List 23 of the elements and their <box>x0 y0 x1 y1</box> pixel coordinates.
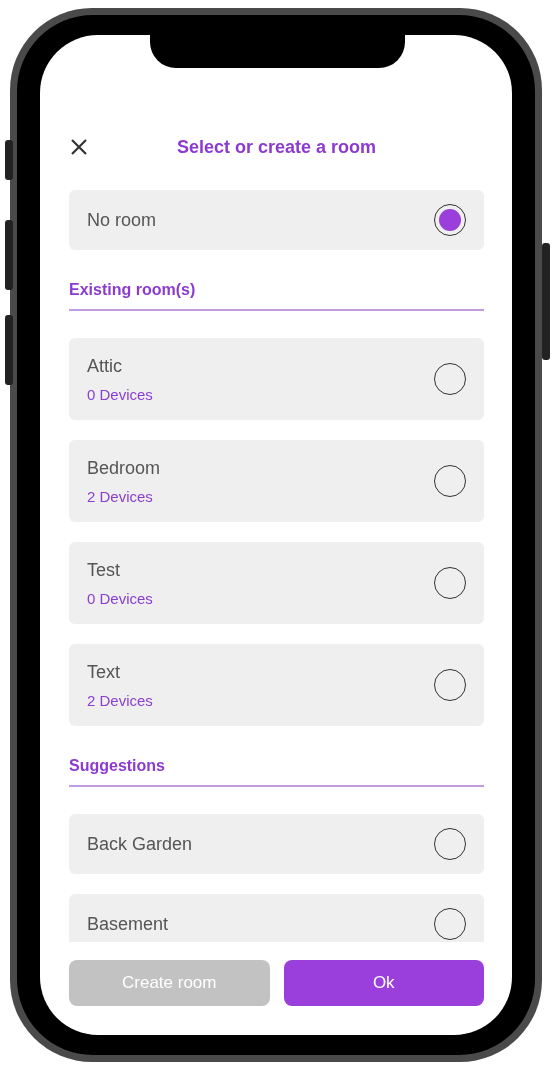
action-button[interactable]: Ok <box>283 960 484 1006</box>
room-option[interactable]: Attic 0 Devices <box>69 338 484 420</box>
room-option[interactable]: Back Garden <box>69 814 484 874</box>
room-name: Attic <box>87 355 123 377</box>
device-count: 0 Devices <box>87 385 153 403</box>
close-icon[interactable] <box>69 137 89 157</box>
room-name: Text <box>87 661 121 683</box>
device-count: 0 Devices <box>87 589 153 607</box>
section-heading: Existing room(s) <box>69 281 484 311</box>
room-option[interactable]: Basement <box>69 894 484 942</box>
room-option[interactable]: No room <box>69 190 484 250</box>
device-count: 2 Devices <box>87 691 153 709</box>
room-option[interactable]: Bedroom 2 Devices <box>69 440 484 522</box>
dialog-title: Select or create a room <box>175 136 378 158</box>
room-option[interactable]: Test 0 Devices <box>69 542 484 624</box>
room-name: Test <box>87 559 121 581</box>
room-name: No room <box>87 209 157 231</box>
room-option[interactable]: Text 2 Devices <box>69 644 484 726</box>
device-count: 2 Devices <box>87 487 154 505</box>
room-name: Back Garden <box>87 833 193 855</box>
room-name: Basement <box>87 913 169 935</box>
section-heading: Suggestions <box>69 757 484 787</box>
room-name: Bedroom <box>87 457 161 479</box>
